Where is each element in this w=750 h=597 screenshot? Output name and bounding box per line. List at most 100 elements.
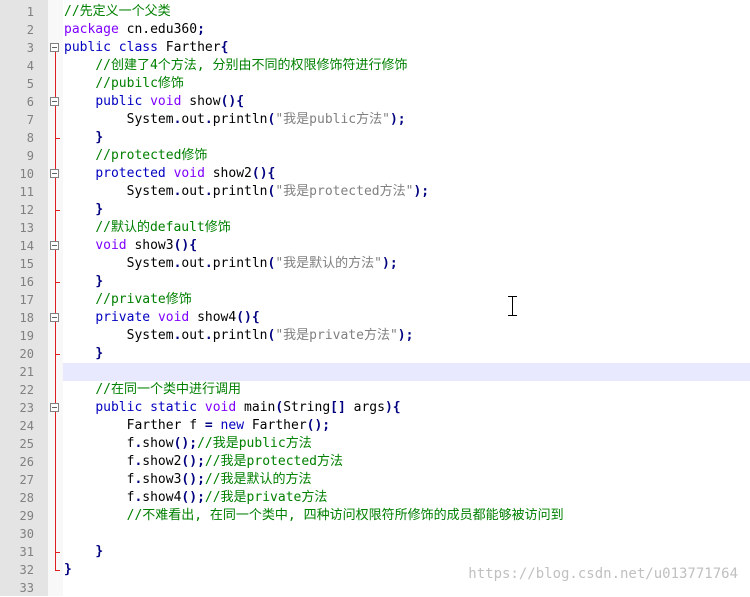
code-line[interactable]: public static void main(String[] args){ [64, 399, 400, 417]
code-token: public [64, 40, 111, 55]
code-token: new [220, 418, 245, 433]
code-token: ); [389, 112, 406, 127]
code-line[interactable]: } [64, 273, 103, 291]
code-token: (){ [173, 238, 198, 253]
code-token: } [95, 274, 104, 289]
line-number-gutter: 1 2 3 4 5 6 7 8 9 10 11 12 13 14 15 16 17 18 19 20 21 22 23 24 2… [0, 0, 49, 596]
code-line[interactable]: System.out.println("我是默认的方法"); [64, 255, 398, 273]
code-line[interactable]: public void show(){ [64, 93, 244, 111]
line-number: 5 [26, 77, 34, 91]
code-line[interactable]: //protected修饰 [64, 147, 207, 165]
code-token: (); [306, 418, 331, 433]
code-line[interactable]: private void show4(){ [64, 309, 259, 327]
code-token: ); [397, 328, 414, 343]
code-token: ( [275, 400, 284, 415]
code-token: System [64, 184, 174, 199]
code-line[interactable]: System.out.println("我是protected方法"); [64, 183, 429, 201]
code-line[interactable]: } [64, 345, 103, 363]
fold-toggle-icon[interactable] [50, 169, 59, 178]
code-line[interactable]: System.out.println("我是private方法"); [64, 327, 414, 345]
fold-toggle-icon[interactable] [50, 313, 59, 322]
line-number: 11 [19, 185, 34, 199]
code-line[interactable]: } [64, 201, 103, 219]
code-line[interactable]: f.show4();//我是private方法 [64, 489, 328, 507]
code-token: //默认的default修饰 [95, 220, 231, 235]
code-line[interactable]: f.show3();//我是默认的方法 [64, 471, 312, 489]
code-line[interactable]: //pubilc修饰 [64, 75, 184, 93]
code-line[interactable]: //private修饰 [64, 291, 191, 309]
code-token: //protected修饰 [95, 148, 208, 163]
code-token: //pubilc修饰 [95, 76, 184, 91]
line-number: 13 [19, 221, 34, 235]
code-token: [] [330, 400, 346, 415]
code-token: void [157, 310, 190, 325]
code-token: } [95, 202, 104, 217]
code-token: Farther f [64, 418, 205, 433]
line-number: 3 [26, 41, 34, 55]
code-token: } [64, 562, 72, 577]
code-line[interactable]: Farther f = new Farther(); [64, 417, 331, 435]
code-token: //不难看出, 在同一个类中, 四种访问权限符所修饰的成员都能够被访问到 [126, 508, 564, 523]
code-token: } [95, 346, 104, 361]
code-line[interactable]: //先定义一个父类 [64, 3, 171, 21]
code-token: f [64, 436, 135, 451]
code-line[interactable]: f.show();//我是public方法 [64, 435, 312, 453]
fold-end-marker [55, 354, 60, 355]
code-token: . [204, 256, 213, 271]
code-editor[interactable]: 1 2 3 4 5 6 7 8 9 10 11 12 13 14 15 16 17 18 19 20 21 22 23 24 2… [0, 0, 750, 596]
line-number: 8 [26, 131, 34, 145]
code-token: println [212, 184, 268, 199]
fold-toggle-icon[interactable] [50, 403, 59, 412]
code-line[interactable]: void show3(){ [64, 237, 197, 255]
fold-range-line [55, 250, 56, 282]
code-token: show4 [189, 310, 237, 325]
line-number: 23 [19, 401, 34, 415]
code-token: out [181, 184, 205, 199]
code-token: } [95, 130, 104, 145]
code-line[interactable]: } [64, 129, 103, 147]
line-number: 17 [19, 293, 34, 307]
fold-toggle-icon[interactable] [50, 43, 59, 52]
code-line[interactable]: } [64, 543, 103, 561]
code-line[interactable]: } [64, 561, 72, 579]
code-token: show2 [204, 166, 252, 181]
code-line[interactable]: System.out.println("我是public方法"); [64, 111, 406, 129]
code-token: Farther [157, 40, 221, 55]
code-token: println [212, 256, 268, 271]
code-token: "我是public方法" [275, 112, 390, 127]
line-number: 27 [19, 473, 34, 487]
code-line[interactable]: //在同一个类中进行调用 [64, 381, 241, 399]
code-token: //在同一个类中进行调用 [95, 382, 241, 397]
code-line[interactable]: //创建了4个方法, 分别由不同的权限修饰符进行修饰 [64, 57, 407, 75]
fold-toggle-icon[interactable] [50, 97, 59, 106]
code-token: println [212, 112, 268, 127]
line-number: 21 [19, 365, 34, 379]
line-number: 32 [19, 563, 34, 577]
code-line[interactable]: //默认的default修饰 [64, 219, 231, 237]
fold-toggle-icon[interactable] [50, 241, 59, 250]
code-token: "我是默认的方法" [275, 256, 382, 271]
code-token: public [95, 94, 143, 109]
code-token: (); [181, 454, 205, 469]
code-token: ); [413, 184, 430, 199]
code-token: { [220, 40, 229, 55]
code-token: (){ [251, 166, 276, 181]
code-line[interactable]: public class Farther{ [64, 39, 228, 57]
code-token: ); [382, 256, 398, 271]
code-line[interactable]: f.show2();//我是protected方法 [64, 453, 343, 471]
code-token: show [142, 436, 174, 451]
code-token: "我是protected方法" [275, 184, 414, 199]
code-line[interactable]: protected void show2(){ [64, 165, 275, 183]
line-number: 25 [19, 437, 34, 451]
code-line[interactable]: package cn.edu360; [64, 21, 205, 39]
code-line[interactable]: //不难看出, 在同一个类中, 四种访问权限符所修饰的成员都能够被访问到 [64, 507, 564, 525]
line-number: 7 [26, 113, 34, 127]
code-token: main [236, 400, 276, 415]
